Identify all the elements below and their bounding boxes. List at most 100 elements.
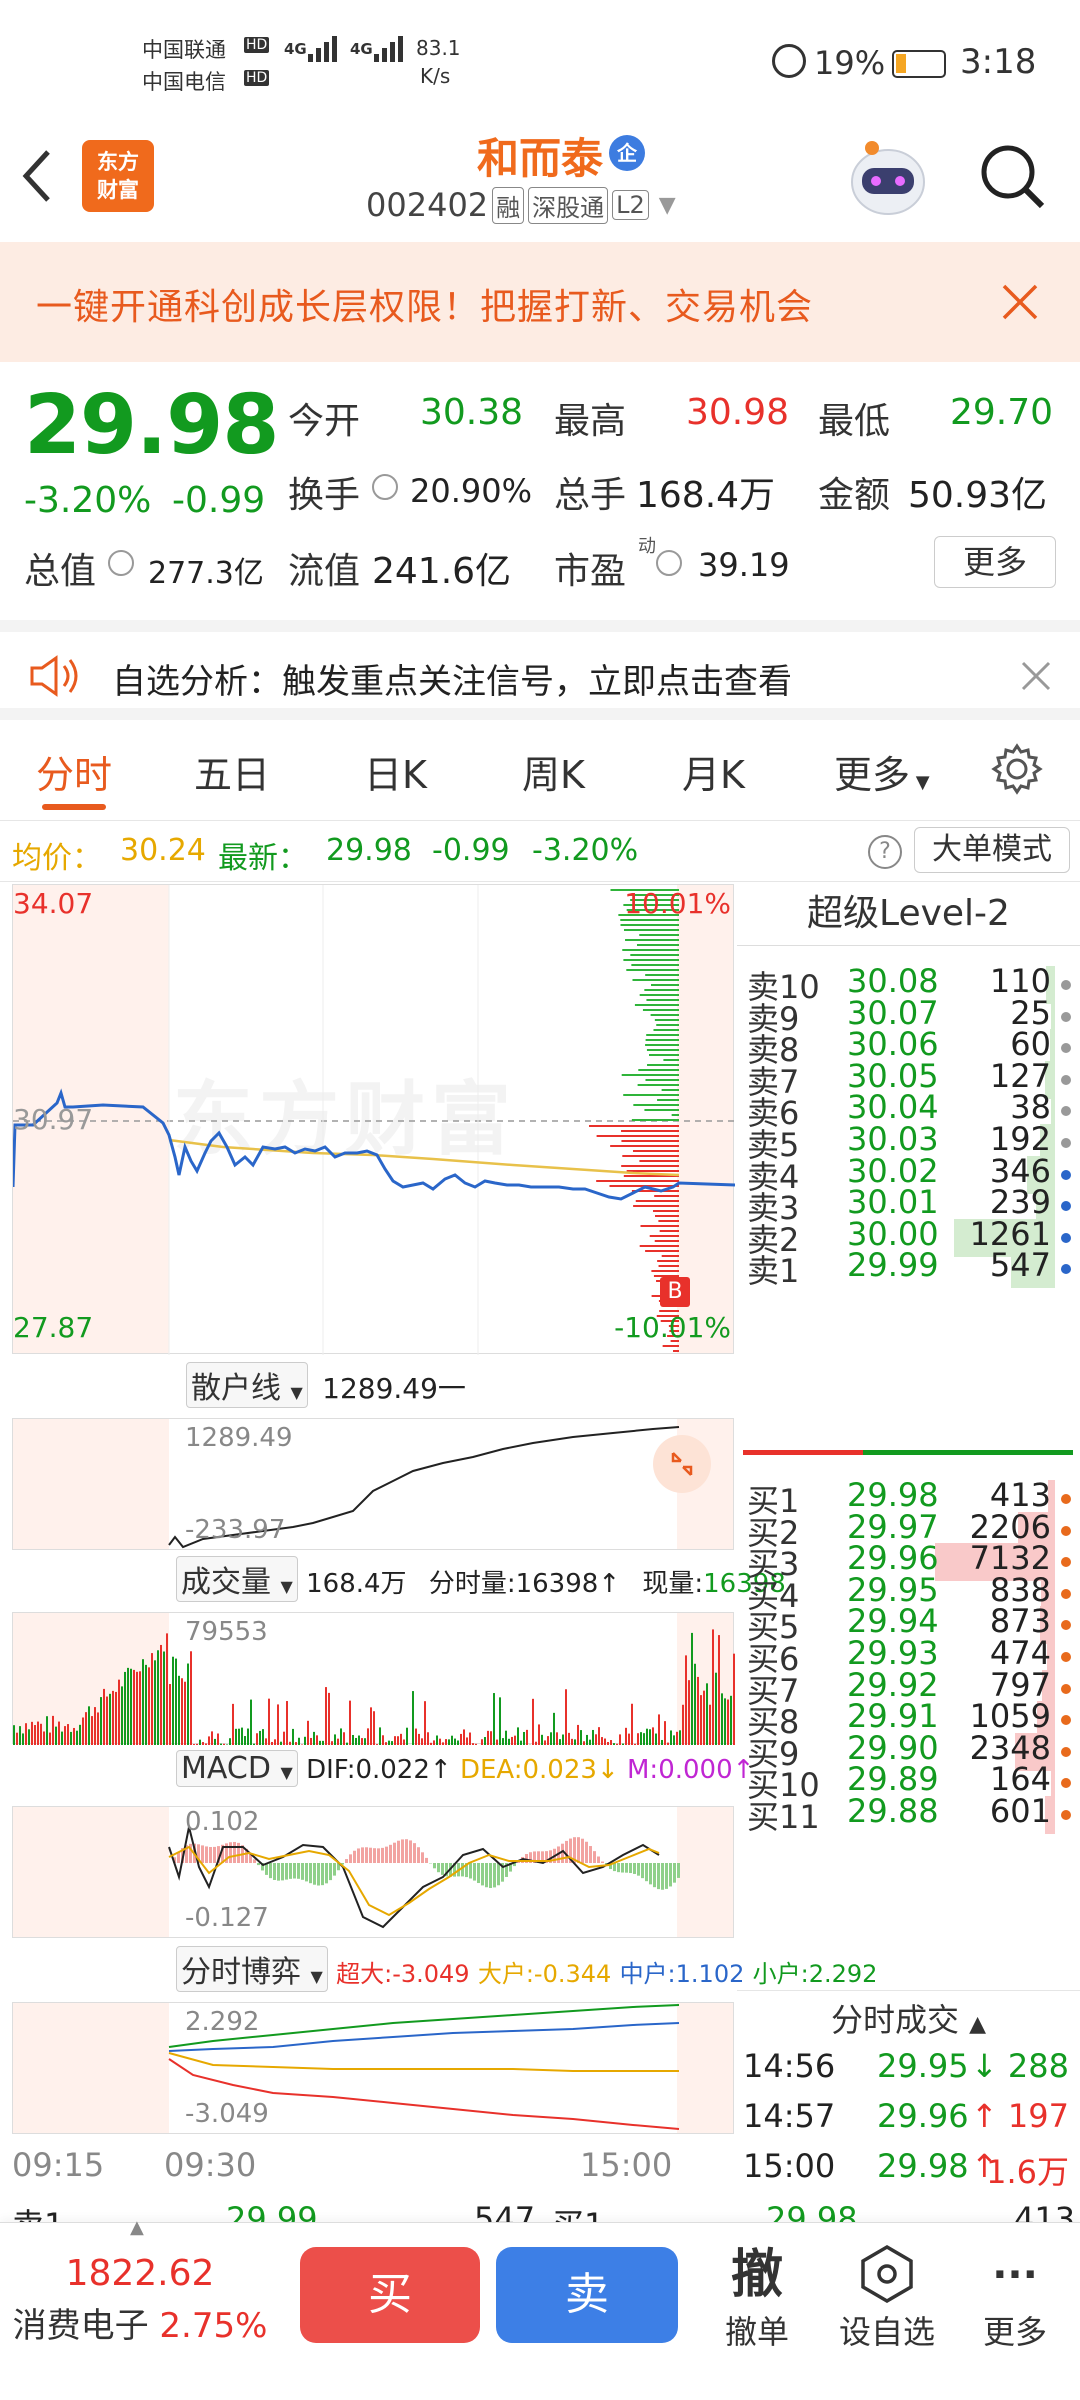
macd-bar — [329, 1863, 332, 1881]
status-bar: 中国联通 中国电信 HD HD 4G 4G 83.1 K/s 19% 3:18 — [0, 0, 1080, 130]
volume-bar — [241, 1727, 243, 1745]
volume-bar — [427, 1732, 429, 1745]
volume-bar — [442, 1742, 444, 1745]
macd-bar — [389, 1844, 392, 1863]
macd-header[interactable]: MACD ▼ DIF:0.022↑ DEA:0.023↓ M:0.000↑ — [176, 1750, 754, 1787]
expand-icon[interactable] — [653, 1435, 711, 1493]
price-panel[interactable]: 东方财富 34.07 27.87 30.97 10.01% -10.01% B — [12, 884, 735, 1355]
flow-dot — [1061, 1810, 1071, 1820]
order-book[interactable]: 超级Level-2 卖10 30.08 110 卖9 30.07 25 卖8 30.06 60 卖… — [737, 882, 1080, 1982]
close-icon[interactable] — [1000, 282, 1040, 322]
tab-daily-k[interactable]: 日K — [364, 744, 427, 799]
close-icon[interactable] — [1020, 660, 1052, 692]
macd-panel[interactable]: 0.102 -0.127 — [12, 1806, 734, 1938]
buy-pressure-bar — [621, 1165, 679, 1167]
macd-bar — [309, 1863, 312, 1884]
volume-bar — [511, 1736, 513, 1745]
turnover-label: 换手 — [288, 475, 361, 516]
volume-header[interactable]: 成交量 ▼ 168.4万 分时量:16398↑ 现量:16398 — [176, 1556, 786, 1602]
volume-bar — [694, 1663, 696, 1745]
volume-bar — [637, 1733, 639, 1745]
tab-monthly-k[interactable]: 月K — [682, 744, 745, 799]
macd-bar — [229, 1842, 232, 1863]
search-icon[interactable] — [976, 140, 1046, 210]
sell-pressure-bar — [634, 1004, 679, 1006]
volume-bar — [97, 1712, 99, 1745]
volume-bar — [502, 1738, 504, 1745]
macd-bar — [401, 1839, 404, 1863]
sell-pressure-bar — [644, 989, 679, 991]
tick-volume: 197 — [1007, 2097, 1069, 2135]
tick-trades[interactable]: 分时成交 ▲ 14:56 29.95 ↓ 288 14:57 29.96 ↑ 197 15:00… — [737, 1990, 1080, 2191]
ask-level: 卖1 — [747, 1252, 800, 1291]
macd-bar — [477, 1863, 480, 1884]
macd-dropdown[interactable]: MACD ▼ — [176, 1750, 298, 1787]
signal-notice[interactable]: 自选分析：触发重点关注信号，立即点击查看 — [0, 620, 1080, 720]
macd-bar — [601, 1861, 604, 1863]
macd-bar — [649, 1863, 652, 1885]
flow-dot — [1061, 1043, 1071, 1054]
tab-intraday[interactable]: 分时 — [36, 744, 112, 799]
net-speed: 83.1 — [416, 36, 461, 60]
flow-dropdown[interactable]: 分时博弈 ▼ — [176, 1946, 328, 1992]
buy-pressure-bar — [651, 1270, 679, 1272]
volume-bar — [199, 1739, 201, 1745]
volume-bar — [325, 1687, 327, 1745]
stock-code: 002402 — [366, 186, 489, 224]
retail-line-header[interactable]: 散户线 ▼ 1289.49一 — [186, 1362, 466, 1408]
volume-bar — [292, 1728, 294, 1745]
tab-weekly-k[interactable]: 周K — [522, 744, 585, 799]
buy-button[interactable]: 买 — [300, 2247, 480, 2343]
big-order-mode-button[interactable]: 大单模式 — [914, 827, 1070, 873]
latest-pct: -3.20% — [532, 833, 639, 868]
promo-banner[interactable]: 一键开通科创成长层权限！把握打新、交易机会 — [0, 242, 1080, 362]
sell-pressure-bar — [626, 969, 679, 971]
more-actions-button[interactable]: ··· 更多 — [960, 2243, 1070, 2353]
macd-bar — [325, 1863, 328, 1884]
cancel-order-button[interactable]: 撤 撤单 — [702, 2243, 812, 2353]
sell-button[interactable]: 卖 — [496, 2247, 678, 2343]
retail-line-dropdown[interactable]: 散户线 ▼ — [186, 1362, 308, 1408]
volume-bar — [589, 1739, 591, 1745]
stock-subheader[interactable]: 002402 融 深股通 L2 ▼ — [366, 186, 676, 224]
tick-volume: 1.6万 — [986, 2153, 1069, 2191]
flow-panel[interactable]: 2.292 -3.049 — [12, 2002, 734, 2134]
sell-pressure-bar — [623, 959, 679, 961]
volume-bar — [583, 1741, 585, 1745]
settings-gear-icon[interactable] — [990, 742, 1044, 796]
bid-row[interactable]: 买11 29.88 601 — [743, 1792, 1073, 1840]
sell-pressure-bar — [620, 924, 679, 926]
volume-bar — [574, 1739, 576, 1745]
more-quote-button[interactable]: 更多 — [934, 536, 1056, 588]
volume-panel[interactable]: 79553 — [12, 1612, 735, 1745]
macd-bar — [269, 1863, 272, 1879]
info-icon[interactable] — [108, 550, 134, 576]
caret-up-icon[interactable]: ▲ — [130, 2217, 144, 2238]
buy-pressure-bar — [635, 1200, 679, 1202]
tick-title[interactable]: 分时成交 ▲ — [737, 1995, 1080, 2041]
volume-bar — [274, 1739, 276, 1745]
volume-bar — [415, 1728, 417, 1745]
avg-value: 30.24 — [120, 833, 206, 868]
tab-five-day[interactable]: 五日 — [194, 744, 270, 799]
robot-assistant-icon[interactable] — [842, 132, 934, 220]
ask-row[interactable]: 卖1 29.99 547 — [743, 1246, 1073, 1294]
tag-connect: 深股通 — [528, 186, 609, 224]
enterprise-badge: 企 — [609, 135, 645, 171]
volume-bar — [352, 1734, 354, 1745]
tab-more[interactable]: 更多 ▼ — [834, 744, 930, 799]
volume-bar — [517, 1727, 519, 1745]
sector-index[interactable]: 1822.62 消费电子 2.75% — [0, 2253, 280, 2347]
buy-signal-marker[interactable]: B — [660, 1277, 690, 1307]
help-icon[interactable]: ? — [868, 835, 902, 869]
volume-bar — [283, 1731, 285, 1745]
volume-dropdown[interactable]: 成交量 ▼ — [176, 1556, 298, 1602]
volume-bar — [340, 1728, 342, 1745]
cancel-label: 撤单 — [724, 2313, 789, 2351]
info-icon[interactable] — [656, 550, 682, 576]
add-watchlist-button[interactable]: 设自选 — [832, 2243, 942, 2353]
volume-bar — [622, 1743, 624, 1745]
volume-bar — [85, 1712, 87, 1745]
retail-line-panel[interactable]: 1289.49 -233.97 — [12, 1418, 734, 1550]
info-icon[interactable] — [372, 474, 398, 500]
